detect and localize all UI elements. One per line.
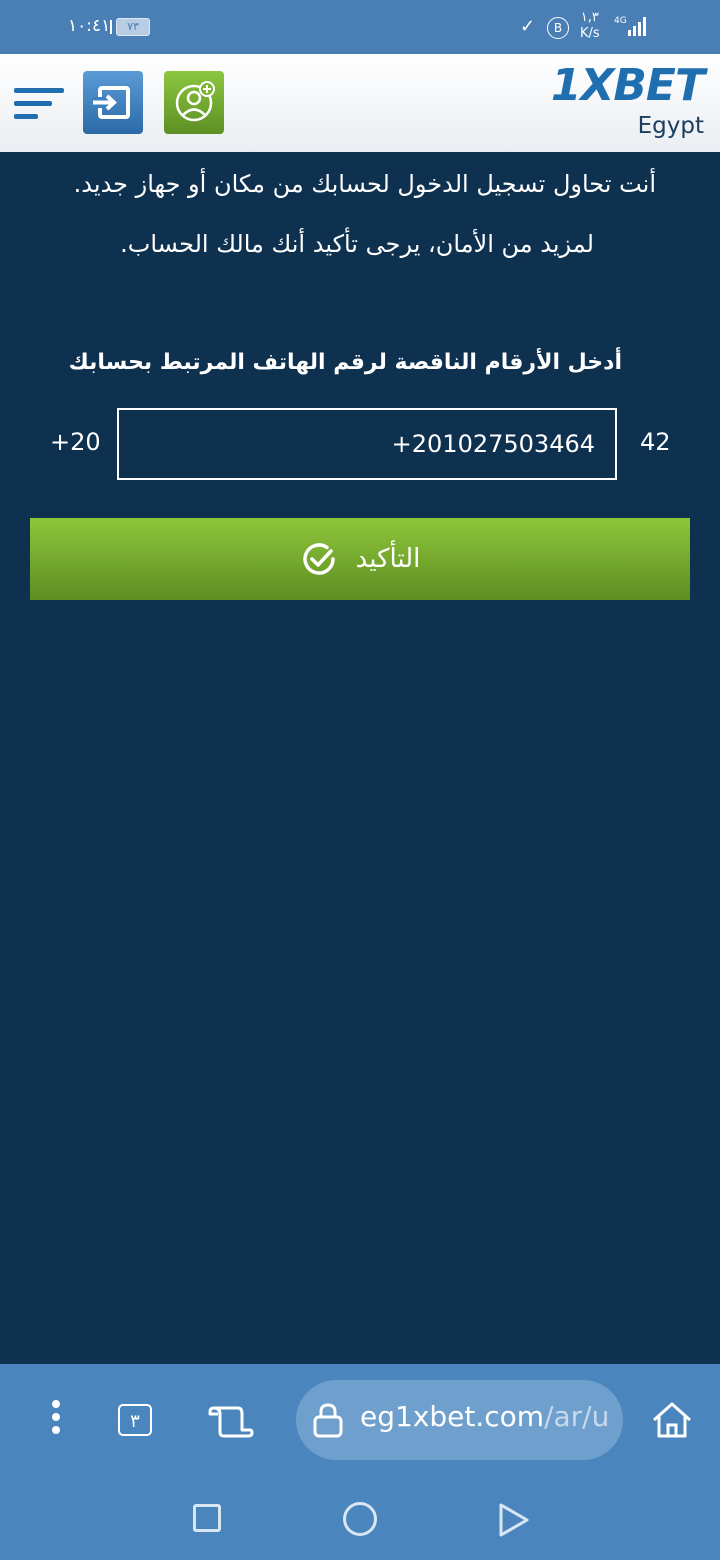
lock-icon <box>313 1403 343 1438</box>
url-domain: eg1xbet.com <box>360 1400 545 1433</box>
address-bar[interactable]: eg1xbet.com/ar/u <box>296 1380 623 1460</box>
register-button[interactable] <box>164 71 224 134</box>
login-icon <box>93 86 130 119</box>
logo-text: 1XBET <box>550 60 705 111</box>
recent-apps-icon[interactable] <box>193 1504 221 1532</box>
b-badge-icon: B <box>547 17 569 39</box>
country-code: +20 <box>50 428 101 456</box>
home-button-icon[interactable] <box>343 1502 377 1536</box>
url-text: eg1xbet.com/ar/u <box>360 1400 609 1433</box>
phone-suffix: 42 <box>640 428 671 456</box>
more-options-icon[interactable] <box>50 1400 62 1439</box>
home-icon[interactable] <box>650 1400 694 1444</box>
notice-text-2: لمزيد من الأمان، يرجى تأكيد أنك مالك الح… <box>120 230 594 258</box>
back-icon[interactable] <box>498 1502 530 1538</box>
tabs-button[interactable]: ٣ <box>118 1404 152 1436</box>
login-button[interactable] <box>83 71 143 134</box>
url-path: /ar/u <box>544 1400 610 1433</box>
status-time: ١٠:٤١ <box>68 16 111 36</box>
battery-indicator: ٧٣ <box>116 18 150 36</box>
phone-input[interactable] <box>119 410 615 478</box>
site-header: 1XBET Egypt <box>0 54 720 152</box>
notice-text-1: أنت تحاول تسجيل الدخول لحسابك من مكان أو… <box>73 170 656 198</box>
speed-unit: K/s <box>580 26 600 41</box>
speed-value: ١,٣ <box>580 10 599 25</box>
add-user-icon <box>175 81 215 122</box>
menu-icon[interactable] <box>14 88 66 122</box>
phone-prompt: أدخل الأرقام الناقصة لرقم الهاتف المرتبط… <box>68 350 622 375</box>
browser-toolbar: ٣ eg1xbet.com/ar/u <box>0 1364 720 1474</box>
signal-icon: 4G <box>614 14 650 42</box>
check-circle-icon <box>302 543 335 575</box>
phone-digits-field[interactable] <box>117 408 617 480</box>
network-speed: ١,٣ K/s <box>580 10 600 42</box>
status-bar: ٧٣ ١٠:٤١ ✓ B ١,٣ K/s 4G <box>0 0 720 54</box>
system-nav-bar <box>0 1474 720 1560</box>
confirm-label: التأكيد <box>355 544 421 574</box>
check-icon: ✓ <box>520 16 536 37</box>
logo-region: Egypt <box>637 113 704 139</box>
status-divider <box>110 20 112 34</box>
svg-text:4G: 4G <box>614 16 627 26</box>
reading-mode-icon[interactable] <box>208 1402 254 1442</box>
brand-logo[interactable]: 1XBET Egypt <box>550 60 705 140</box>
confirm-button[interactable]: التأكيد <box>30 518 690 600</box>
